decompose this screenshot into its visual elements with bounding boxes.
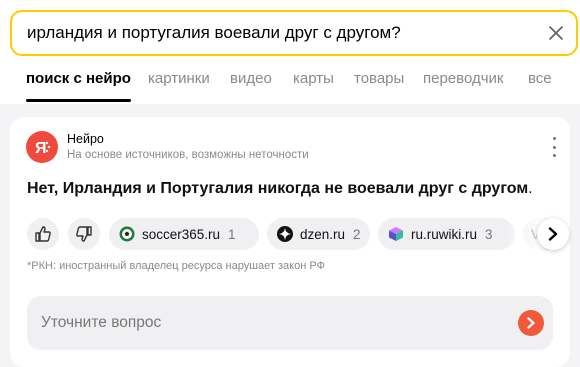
close-icon <box>549 26 563 40</box>
source-chip-ruwiki[interactable]: ru.ruwiki.ru 3 <box>378 218 515 250</box>
active-tab-indicator <box>26 99 131 102</box>
clear-search-button[interactable] <box>536 13 576 53</box>
rkn-notice: *РКН: иностранный владелец ресурса наруш… <box>27 260 325 272</box>
next-sources-button[interactable] <box>537 218 569 250</box>
sources-row: soccer365.ru 1 dzen.ru 2 ru.ruwiki.ru 3 … <box>27 218 569 250</box>
neuro-answer-card: Я Нейро На основе источников, возможны н… <box>10 117 570 367</box>
tab-video[interactable]: видео <box>230 70 272 87</box>
neuro-logo-icon: Я <box>26 131 58 163</box>
source-domain: ru.ruwiki.ru <box>411 226 478 242</box>
tab-goods[interactable]: товары <box>354 70 404 87</box>
source-chip-dzen[interactable]: dzen.ru 2 <box>267 218 370 250</box>
neuro-subtitle: На основе источников, возможны неточност… <box>67 149 309 161</box>
more-dots-icon <box>552 137 556 140</box>
tab-neuro-search[interactable]: поиск с нейро <box>26 70 131 87</box>
clarify-input[interactable] <box>41 314 481 332</box>
like-button[interactable] <box>27 218 59 250</box>
soccer-ball-icon <box>119 226 135 242</box>
tab-all[interactable]: все <box>528 70 552 87</box>
source-number: 1 <box>228 226 236 242</box>
source-number: 2 <box>353 226 361 242</box>
search-tabs: поиск с нейро картинки видео карты товар… <box>0 68 580 92</box>
chevron-right-icon <box>527 317 535 329</box>
svg-text:Я: Я <box>35 140 47 157</box>
answer-period: . <box>528 180 533 197</box>
source-domain: soccer365.ru <box>142 226 221 242</box>
dislike-button[interactable] <box>68 218 100 250</box>
search-box[interactable]: ирландия и португалия воевали друг с дру… <box>10 10 578 56</box>
ruwiki-icon <box>388 226 404 242</box>
neuro-title: Нейро <box>67 132 104 146</box>
dzen-icon <box>277 226 293 242</box>
top-bar: ирландия и португалия воевали друг с дру… <box>0 0 580 104</box>
tab-translator[interactable]: переводчик <box>423 70 503 87</box>
source-chip-soccer365[interactable]: soccer365.ru 1 <box>109 218 259 250</box>
clarify-box[interactable] <box>27 296 553 350</box>
search-input[interactable]: ирландия и португалия воевали друг с дру… <box>27 23 536 43</box>
chevron-right-icon <box>548 227 558 241</box>
answer-main: Нет, Ирландия и Португалия никогда не во… <box>27 180 529 197</box>
thumbs-down-icon <box>76 226 92 242</box>
tab-images[interactable]: картинки <box>148 70 210 87</box>
source-domain: dzen.ru <box>300 226 346 242</box>
thumbs-up-icon <box>35 226 51 242</box>
neuro-answer-text: Нет, Ирландия и Португалия никогда не во… <box>27 180 533 198</box>
send-button[interactable] <box>518 310 544 336</box>
more-options-button[interactable] <box>546 137 562 157</box>
tab-maps[interactable]: карты <box>293 70 334 87</box>
source-number: 3 <box>485 226 493 242</box>
